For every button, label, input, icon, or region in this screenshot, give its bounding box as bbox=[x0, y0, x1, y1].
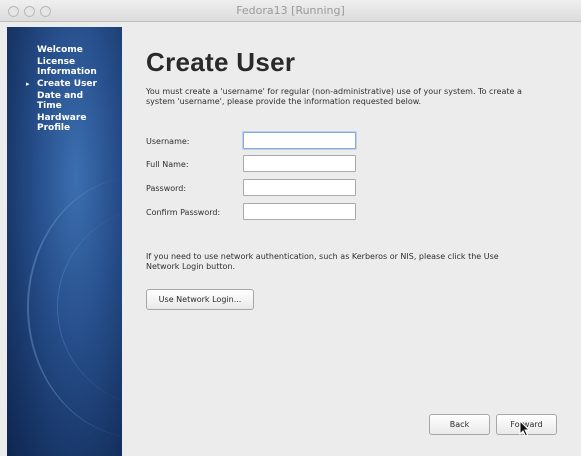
password-field[interactable] bbox=[243, 179, 356, 196]
network-login-note: If you need to use network authenticatio… bbox=[146, 252, 499, 271]
current-step-arrow-icon: ▸ bbox=[26, 80, 30, 88]
fullname-label: Full Name: bbox=[146, 160, 189, 169]
page-title: Create User bbox=[146, 47, 296, 77]
username-label: Username: bbox=[146, 137, 190, 146]
nav-item-label: Create User bbox=[37, 79, 97, 89]
use-network-login-button[interactable]: Use Network Login... bbox=[146, 289, 254, 310]
confirm-password-label: Confirm Password: bbox=[146, 208, 221, 217]
back-button[interactable]: Back bbox=[429, 414, 490, 435]
nav-item-create-user: ▸ Create User bbox=[7, 79, 122, 89]
setup-sidebar: Welcome License Information ▸ Create Use… bbox=[7, 27, 122, 456]
nav-item-license: License Information bbox=[37, 57, 97, 77]
username-field[interactable] bbox=[243, 132, 356, 149]
setup-steps-nav: Welcome License Information ▸ Create Use… bbox=[7, 45, 122, 135]
fullname-field[interactable] bbox=[243, 155, 356, 172]
window-titlebar: Fedora13 [Running] bbox=[0, 0, 581, 22]
confirm-password-field[interactable] bbox=[243, 203, 356, 220]
main-content: Create User You must create a 'username'… bbox=[122, 27, 581, 456]
vm-window: Fedora13 [Running] Welcome License Infor… bbox=[0, 0, 581, 456]
nav-item-welcome: Welcome bbox=[37, 45, 83, 55]
password-label: Password: bbox=[146, 184, 187, 193]
intro-text: You must create a 'username' for regular… bbox=[146, 87, 522, 106]
nav-item-hardware: Hardware Profile bbox=[37, 113, 87, 133]
nav-item-date-time: Date and Time bbox=[37, 91, 84, 111]
window-title: Fedora13 [Running] bbox=[236, 4, 345, 17]
mouse-pointer-icon bbox=[519, 420, 531, 437]
